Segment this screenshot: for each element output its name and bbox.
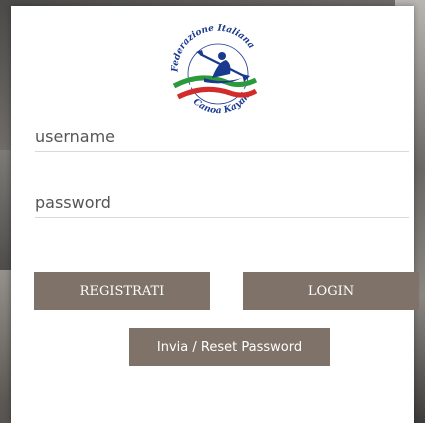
password-field (35, 189, 409, 218)
federation-logo: Federazione Italiana Canoa Kayak (160, 18, 270, 122)
username-field (35, 123, 409, 152)
register-button[interactable]: REGISTRATI (34, 272, 210, 310)
username-input[interactable] (35, 123, 409, 149)
login-card: Federazione Italiana Canoa Kayak REGISTR… (11, 6, 419, 423)
password-input[interactable] (35, 189, 409, 215)
login-button[interactable]: LOGIN (243, 272, 419, 310)
reset-password-button[interactable]: Invia / Reset Password (129, 328, 330, 366)
federation-logo-icon: Federazione Italiana Canoa Kayak (170, 23, 258, 116)
